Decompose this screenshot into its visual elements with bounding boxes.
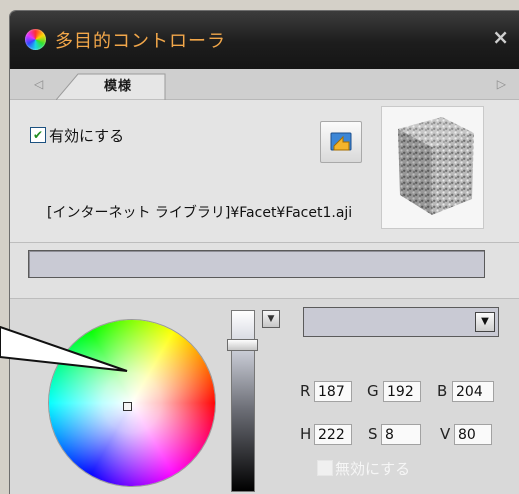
texture-path: [インターネット ライブラリ]¥Facet¥Facet1.aji — [47, 205, 353, 221]
green-field[interactable]: 192 — [383, 381, 421, 402]
disable-checkbox[interactable] — [317, 460, 333, 476]
red-field[interactable]: 187 — [314, 381, 352, 402]
color-preset-select[interactable]: ▼ — [303, 307, 499, 337]
value-label: V — [440, 425, 451, 443]
saturation-field[interactable]: 8 — [381, 424, 421, 445]
brightness-slider[interactable] — [231, 310, 255, 492]
import-texture-button[interactable] — [320, 121, 362, 163]
brightness-slider-handle[interactable] — [227, 339, 258, 351]
color-wheel-marker[interactable] — [123, 402, 132, 411]
red-label: R — [300, 382, 311, 400]
window-title: 多目的コントローラ — [55, 31, 226, 52]
tab-scroll-left-icon[interactable]: ◁ — [34, 77, 43, 91]
green-label: G — [367, 382, 379, 400]
saturation-label: S — [368, 425, 378, 443]
color-sphere-icon — [25, 29, 46, 50]
enable-label: 有効にする — [49, 127, 125, 145]
color-wheel[interactable] — [49, 320, 215, 486]
enable-checkbox[interactable]: ✔ — [30, 127, 46, 143]
blue-label: B — [437, 382, 448, 400]
name-field[interactable] — [28, 250, 485, 278]
hue-label: H — [300, 425, 312, 443]
folder-import-icon — [330, 132, 352, 151]
hue-field[interactable]: 222 — [314, 424, 352, 445]
stone-cube-icon — [398, 117, 474, 215]
menu-triangle-icon[interactable]: ▼ — [262, 310, 280, 328]
tab-strip: ◁ 模様 ▷ — [10, 69, 519, 100]
chevron-down-icon[interactable]: ▼ — [475, 312, 495, 332]
disable-label: 無効にする — [335, 460, 411, 478]
blue-field[interactable]: 204 — [452, 381, 494, 402]
texture-thumbnail[interactable] — [381, 106, 484, 229]
close-button[interactable]: × — [492, 25, 509, 49]
tab-scroll-right-icon[interactable]: ▷ — [497, 77, 506, 91]
value-field[interactable]: 80 — [454, 424, 492, 445]
tab-pattern-label: 模様 — [104, 79, 133, 94]
title-bar[interactable]: 多目的コントローラ × — [10, 11, 519, 69]
